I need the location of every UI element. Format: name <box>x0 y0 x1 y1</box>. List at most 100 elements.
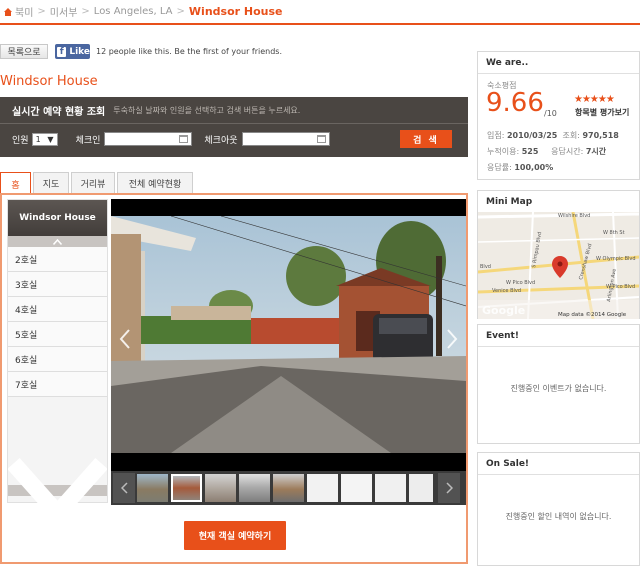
rating-value: 9.66 <box>486 88 544 118</box>
tab-home[interactable]: 홈 <box>0 172 31 195</box>
guests-label: 인원 <box>12 135 29 146</box>
response-rate-value: 100,00% <box>514 163 554 172</box>
property-photo[interactable] <box>111 216 466 453</box>
map-street-label: W Pico Blvd <box>506 280 535 286</box>
room-list-item[interactable]: 4호실 <box>8 297 107 322</box>
breadcrumb-current: Windsor House <box>188 5 283 18</box>
stats-line-1: 입점: 2010/03/25 조회: 970,518 <box>487 131 619 140</box>
uses-label: 누적이용 <box>487 147 517 156</box>
home-tab-content: Windsor House 2호실 3호실 4호실 5호실 6호실 7호실 현재… <box>0 193 468 564</box>
map-street-label: W Pico Blvd <box>606 284 635 290</box>
property-summary-box: We are.. 숙소평점 9.66 /10 ★★★★★ 항목별 평가보기 입점… <box>477 51 640 180</box>
breadcrumb-region[interactable]: 미서부 <box>50 4 78 19</box>
breadcrumb-city[interactable]: Los Angeles, LA <box>94 6 173 17</box>
chevron-down-icon: ▼ <box>47 134 54 144</box>
map-street-label: Blvd <box>480 264 491 270</box>
calendar-icon[interactable] <box>316 135 326 143</box>
map-attribution: Map data ©2014 Google <box>558 311 627 318</box>
guests-select[interactable]: 1 ▼ <box>31 132 58 146</box>
photo-thumbnail[interactable] <box>375 474 406 502</box>
tab-street-view[interactable]: 거리뷰 <box>71 172 115 194</box>
breadcrumb-separator: > <box>37 6 46 17</box>
response-time-label: 응답시간 <box>551 147 581 156</box>
uses-value: 525 <box>521 147 539 156</box>
photo-thumbnail[interactable] <box>409 474 433 502</box>
room-list-item[interactable]: 7호실 <box>8 372 107 397</box>
stats-line-2: 누적이용: 525 응답시간: 7시간 <box>487 147 607 156</box>
chevron-down-icon <box>8 457 107 524</box>
search-panel-header: 실시간 예약 현황 조회 투숙하실 날짜와 인원을 선택하고 검색 버튼을 누르… <box>0 97 468 124</box>
room-list-scroll-down[interactable] <box>8 457 107 524</box>
rating-details-link[interactable]: 항목별 평가보기 <box>575 107 629 118</box>
thumbnails-previous-button[interactable] <box>113 473 135 503</box>
map-street-label: Wilshire Blvd <box>558 213 590 219</box>
chevron-right-icon <box>447 329 458 349</box>
stats-line-3: 응답률: 100,00% <box>487 163 554 172</box>
reserve-room-button[interactable]: 현재 객실 예약하기 <box>184 521 286 550</box>
room-list-header[interactable]: Windsor House <box>8 200 107 236</box>
map-street-label: W 8th St <box>603 230 625 236</box>
photo-thumbnail[interactable] <box>307 474 338 502</box>
room-list-item[interactable]: 3호실 <box>8 272 107 297</box>
sale-box: On Sale! 진행중인 할인 내역이 없습니다. <box>477 452 640 566</box>
home-icon[interactable] <box>3 7 13 17</box>
room-list-item[interactable]: 5호실 <box>8 322 107 347</box>
checkout-label: 체크아웃 <box>204 135 238 146</box>
photo-thumbnail[interactable] <box>205 474 236 502</box>
chevron-right-icon <box>445 482 453 494</box>
breadcrumb-home[interactable]: 북미 <box>15 4 33 19</box>
facebook-like-count: 12 people like this. Be the first of you… <box>96 47 283 56</box>
map-street-label: Venice Blvd <box>492 288 521 294</box>
search-panel-title: 실시간 예약 현황 조회 <box>12 106 106 118</box>
guests-select-value: 1 <box>35 134 41 144</box>
breadcrumb-separator: > <box>81 6 90 17</box>
response-rate-label: 응답률 <box>487 163 510 172</box>
search-panel-description: 투숙하실 날짜와 인원을 선택하고 검색 버튼을 누르세요. <box>113 105 301 115</box>
views-label: 조회 <box>562 131 578 140</box>
rating-stars: ★★★★★ <box>574 94 615 105</box>
photo-thumbnail[interactable] <box>137 474 168 502</box>
search-button[interactable]: 검 색 <box>400 130 452 148</box>
event-title: Event! <box>478 325 639 347</box>
checkout-date-input[interactable] <box>241 132 330 146</box>
views-value: 970,518 <box>582 131 619 140</box>
sale-title: On Sale! <box>478 453 639 475</box>
thumbnails-next-button[interactable] <box>438 473 460 503</box>
property-summary-title: We are.. <box>478 52 639 74</box>
photo-thumbnail-strip <box>111 471 466 505</box>
rating-max: /10 <box>544 109 557 118</box>
checkin-date-input[interactable] <box>104 132 193 146</box>
google-logo: Google <box>482 304 525 317</box>
photo-thumbnail[interactable] <box>239 474 270 502</box>
photo-thumbnail[interactable] <box>341 474 372 502</box>
back-to-list-button[interactable]: 목록으로 <box>0 44 48 59</box>
facebook-like-label: Like <box>69 46 90 57</box>
joined-label: 입점 <box>487 131 502 140</box>
chevron-up-icon <box>53 238 62 245</box>
mini-map-box: Mini Map Wilshire Blvd S Rimpau Blvd Cre… <box>477 190 640 319</box>
room-list-item[interactable]: 2호실 <box>8 247 107 272</box>
facebook-icon: f <box>57 46 67 57</box>
chevron-left-icon <box>119 329 130 349</box>
facebook-like-button[interactable]: f Like <box>55 44 90 59</box>
response-time-value: 7시간 <box>585 147 607 156</box>
breadcrumb: 북미 > 미서부 > Los Angeles, LA > Windsor Hou… <box>0 0 640 25</box>
photo-thumbnail[interactable] <box>273 474 304 502</box>
tab-map[interactable]: 지도 <box>33 172 69 194</box>
photo-thumbnail[interactable] <box>171 474 202 502</box>
joined-value: 2010/03/25 <box>506 131 558 140</box>
next-photo-button[interactable] <box>446 329 458 349</box>
map-street-label: W Olympic Blvd <box>596 256 636 262</box>
previous-photo-button[interactable] <box>119 329 131 349</box>
photo-viewer <box>111 199 466 471</box>
mini-map[interactable]: Wilshire Blvd S Rimpau Blvd Crenshaw Blv… <box>478 212 639 319</box>
event-box: Event! 진행중인 이벤트가 없습니다. <box>477 324 640 444</box>
breadcrumb-separator: > <box>176 6 185 17</box>
mini-map-title: Mini Map <box>478 191 639 213</box>
availability-search-panel: 실시간 예약 현황 조회 투숙하실 날짜와 인원을 선택하고 검색 버튼을 누르… <box>0 97 468 157</box>
tab-all-reservations[interactable]: 전체 예약현황 <box>117 172 193 194</box>
room-list-scroll-up[interactable] <box>8 236 107 247</box>
checkin-label: 체크인 <box>75 135 101 146</box>
room-list-item[interactable]: 6호실 <box>8 347 107 372</box>
calendar-icon[interactable] <box>179 135 189 143</box>
